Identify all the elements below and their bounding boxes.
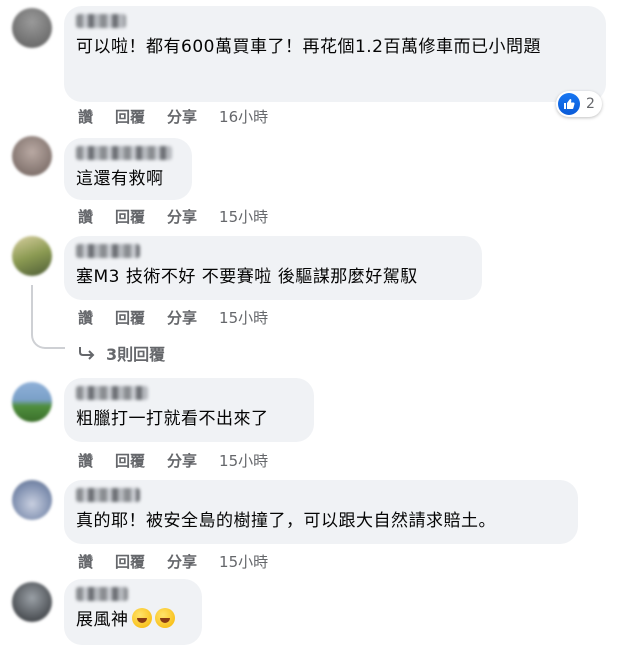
comment-bubble: 這還有救啊 bbox=[64, 138, 192, 200]
comment-bubble: 可以啦！都有600萬買車了！再花個1.2百萬修車而已小問題 bbox=[64, 6, 606, 102]
reaction-summary[interactable]: 2 bbox=[556, 91, 602, 117]
author-name[interactable] bbox=[76, 244, 140, 258]
like-button[interactable]: 讚 bbox=[78, 108, 93, 126]
reply-arrow-icon bbox=[79, 347, 95, 360]
comment-bubble: 粗臘打一打就看不出來了 bbox=[64, 378, 314, 442]
avatar[interactable] bbox=[12, 480, 52, 520]
timestamp[interactable]: 15小時 bbox=[219, 208, 268, 226]
comment-text: 可以啦！都有600萬買車了！再花個1.2百萬修車而已小問題 bbox=[76, 37, 541, 57]
author-name[interactable] bbox=[76, 587, 128, 601]
share-button[interactable]: 分享 bbox=[167, 108, 197, 126]
author-name[interactable] bbox=[76, 488, 140, 502]
timestamp[interactable]: 15小時 bbox=[219, 309, 268, 327]
reply-button[interactable]: 回覆 bbox=[115, 553, 145, 571]
avatar[interactable] bbox=[12, 382, 52, 422]
replies-count: 3則回覆 bbox=[106, 345, 166, 364]
comment-bubble: 塞M3 技術不好 不要賽啦 後驅謀那麼好駕馭 bbox=[64, 236, 482, 300]
timestamp[interactable]: 15小時 bbox=[219, 553, 268, 571]
comment-bubble: 展風神 bbox=[64, 579, 202, 645]
comment-text: 真的耶！被安全島的樹撞了，可以跟大自然請求賠土。 bbox=[76, 511, 496, 531]
like-button[interactable]: 讚 bbox=[78, 553, 93, 571]
timestamp[interactable]: 15小時 bbox=[219, 452, 268, 470]
comment-text: 塞M3 技術不好 不要賽啦 後驅謀那麼好駕馭 bbox=[76, 267, 418, 287]
reply-button[interactable]: 回覆 bbox=[115, 208, 145, 226]
comment-actions: 讚 回覆 分享 16小時 bbox=[78, 106, 290, 127]
reply-button[interactable]: 回覆 bbox=[115, 309, 145, 327]
comment-actions: 讚 回覆 分享 15小時 bbox=[78, 450, 290, 471]
reaction-count: 2 bbox=[586, 96, 595, 112]
timestamp[interactable]: 16小時 bbox=[219, 108, 268, 126]
author-name[interactable] bbox=[76, 14, 126, 28]
laughing-emoji-icon bbox=[154, 608, 175, 628]
comment-actions: 讚 回覆 分享 15小時 bbox=[78, 551, 290, 572]
comment-actions: 讚 回覆 分享 15小時 bbox=[78, 307, 290, 328]
like-icon bbox=[558, 93, 580, 115]
share-button[interactable]: 分享 bbox=[167, 452, 197, 470]
share-button[interactable]: 分享 bbox=[167, 208, 197, 226]
like-button[interactable]: 讚 bbox=[78, 208, 93, 226]
view-replies-link[interactable]: 3則回覆 bbox=[78, 341, 165, 365]
avatar[interactable] bbox=[12, 136, 52, 176]
comment-actions: 讚 回覆 分享 15小時 bbox=[78, 206, 290, 227]
grinning-sweat-emoji-icon bbox=[131, 608, 152, 628]
comment-bubble: 真的耶！被安全島的樹撞了，可以跟大自然請求賠土。 bbox=[64, 480, 578, 544]
avatar[interactable] bbox=[12, 582, 52, 622]
share-button[interactable]: 分享 bbox=[167, 553, 197, 571]
author-name[interactable] bbox=[76, 146, 172, 160]
like-button[interactable]: 讚 bbox=[78, 452, 93, 470]
comment-text: 展風神 bbox=[76, 610, 129, 630]
comment-text: 粗臘打一打就看不出來了 bbox=[76, 409, 269, 429]
reply-button[interactable]: 回覆 bbox=[115, 108, 145, 126]
share-button[interactable]: 分享 bbox=[167, 309, 197, 327]
comment-line: 展風神 bbox=[76, 607, 190, 633]
like-button[interactable]: 讚 bbox=[78, 309, 93, 327]
avatar[interactable] bbox=[12, 8, 52, 48]
author-name[interactable] bbox=[76, 386, 148, 400]
reply-button[interactable]: 回覆 bbox=[115, 452, 145, 470]
avatar[interactable] bbox=[12, 236, 52, 276]
comment-text: 這還有救啊 bbox=[76, 169, 164, 189]
thread-connector bbox=[31, 285, 65, 349]
